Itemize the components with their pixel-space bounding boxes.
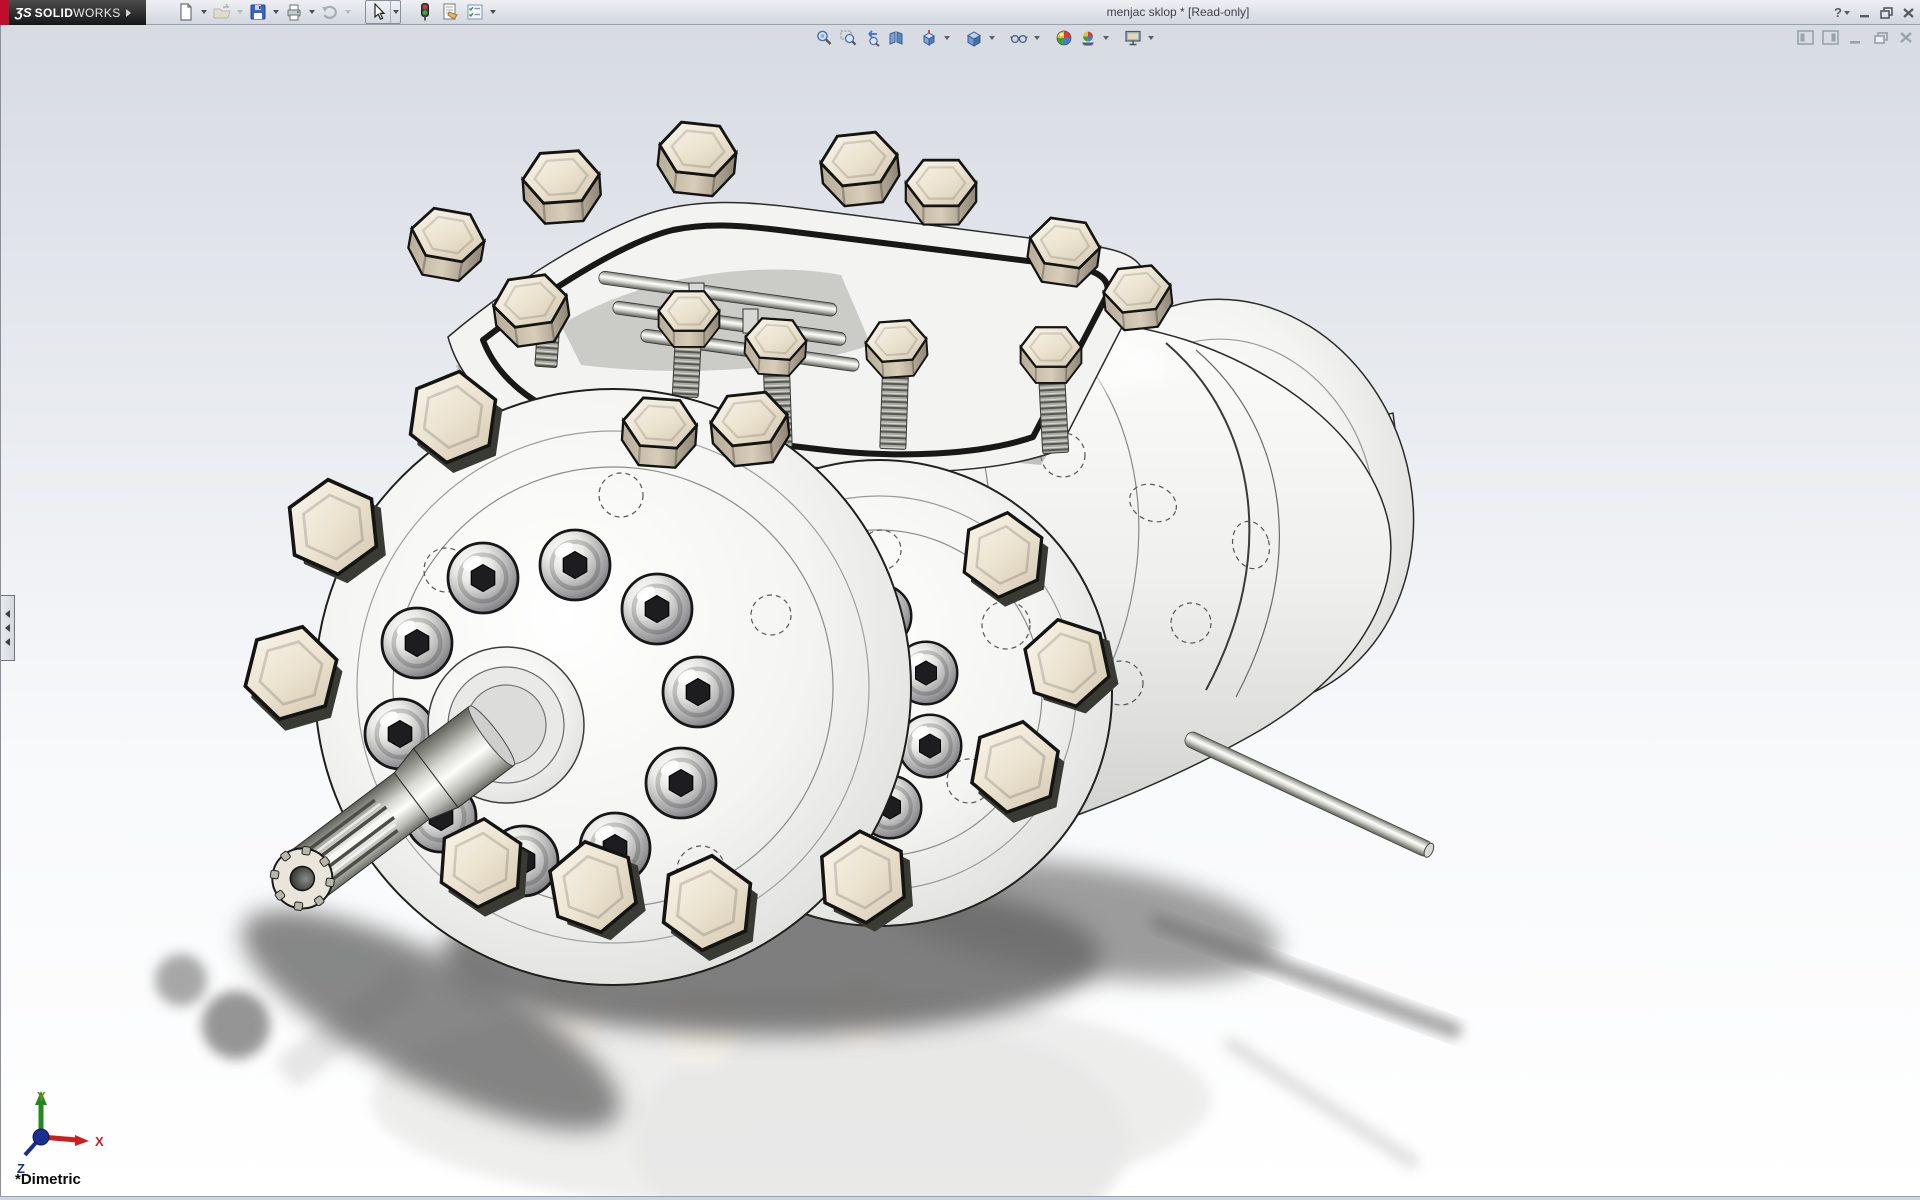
new-document-dropdown[interactable] bbox=[199, 1, 209, 23]
open-icon bbox=[212, 2, 232, 22]
select-tool-dropdown[interactable] bbox=[390, 1, 400, 23]
select-tool-frame bbox=[365, 0, 401, 24]
toggle-right-pane-icon bbox=[1822, 30, 1839, 45]
minimize-document-button[interactable] bbox=[1847, 30, 1864, 45]
graphics-viewport[interactable]: Y X Z *Dimetric bbox=[0, 25, 1920, 1196]
display-style-button[interactable] bbox=[963, 28, 984, 48]
section-view-icon bbox=[887, 29, 905, 47]
model-3d-render[interactable] bbox=[1, 25, 1920, 1196]
view-orientation-button[interactable] bbox=[918, 28, 939, 48]
close-document-icon bbox=[1899, 31, 1913, 44]
view-orientation-icon bbox=[920, 29, 938, 47]
close-document-button[interactable] bbox=[1897, 30, 1914, 45]
headsup-view-toolbar bbox=[813, 28, 1155, 48]
document-title: menjac sklop * [Read-only] bbox=[1107, 0, 1250, 24]
zoom-to-fit-button[interactable] bbox=[813, 28, 834, 48]
help-dropdown-arrow bbox=[1844, 11, 1850, 15]
edit-appearance-icon bbox=[1055, 29, 1073, 47]
dassault-mark: ƷS bbox=[15, 5, 32, 20]
print-dropdown[interactable] bbox=[307, 1, 317, 23]
save-icon bbox=[248, 2, 268, 22]
rebuild-traffic-light-icon bbox=[415, 2, 435, 22]
apply-scene-icon bbox=[1079, 29, 1097, 47]
close-button[interactable] bbox=[1900, 4, 1916, 22]
logo-text-solid: SOLID bbox=[35, 6, 74, 20]
restore-icon bbox=[1879, 6, 1894, 19]
main-toolbar bbox=[146, 0, 498, 24]
output-rod bbox=[1183, 730, 1436, 859]
logo-text-works: WORKS bbox=[73, 6, 120, 20]
previous-view-button[interactable] bbox=[861, 28, 882, 48]
close-icon bbox=[1902, 7, 1915, 19]
options-button[interactable] bbox=[463, 1, 487, 23]
file-properties-icon bbox=[440, 2, 460, 22]
collapse-arrow-icon bbox=[5, 624, 10, 632]
triad-y-label: Y bbox=[37, 1089, 46, 1104]
view-orientation-label: *Dimetric bbox=[15, 1171, 81, 1188]
view-settings-button[interactable] bbox=[1122, 28, 1143, 48]
triad-x-label: X bbox=[95, 1134, 104, 1149]
hide-show-items-icon bbox=[1010, 29, 1028, 47]
hide-show-items-button[interactable] bbox=[1008, 28, 1029, 48]
restore-document-icon bbox=[1873, 31, 1889, 45]
open-button[interactable] bbox=[210, 1, 234, 23]
status-bar-edge bbox=[0, 1196, 1920, 1200]
view-settings-dropdown[interactable] bbox=[1146, 28, 1155, 48]
solidworks-logo: ƷS SOLID WORKS bbox=[0, 0, 146, 25]
document-window-controls bbox=[1797, 30, 1914, 45]
toggle-right-pane-button[interactable] bbox=[1822, 30, 1839, 45]
new-document-icon bbox=[176, 2, 196, 22]
minimize-icon bbox=[1858, 7, 1871, 19]
open-dropdown[interactable] bbox=[235, 1, 245, 23]
window-controls: ? bbox=[1834, 0, 1916, 25]
new-document-button[interactable] bbox=[174, 1, 198, 23]
brand-red-stripe bbox=[0, 0, 9, 25]
restore-button[interactable] bbox=[1878, 4, 1894, 22]
undo-dropdown[interactable] bbox=[343, 1, 353, 23]
collapse-arrow-icon bbox=[5, 610, 10, 618]
file-properties-button[interactable] bbox=[438, 1, 462, 23]
display-style-dropdown[interactable] bbox=[987, 28, 996, 48]
help-button[interactable]: ? bbox=[1834, 4, 1850, 22]
hide-show-items-dropdown[interactable] bbox=[1032, 28, 1041, 48]
section-view-button[interactable] bbox=[885, 28, 906, 48]
minimize-button[interactable] bbox=[1856, 4, 1872, 22]
minimize-document-icon bbox=[1848, 31, 1863, 45]
zoom-to-fit-icon bbox=[815, 29, 833, 47]
view-settings-icon bbox=[1124, 29, 1142, 47]
print-button[interactable] bbox=[282, 1, 306, 23]
restore-document-button[interactable] bbox=[1872, 30, 1889, 45]
view-orientation-dropdown[interactable] bbox=[942, 28, 951, 48]
apply-scene-button[interactable] bbox=[1077, 28, 1098, 48]
undo-button[interactable] bbox=[318, 1, 342, 23]
select-tool-button[interactable] bbox=[366, 1, 390, 23]
edit-appearance-button[interactable] bbox=[1053, 28, 1074, 48]
toggle-left-pane-button[interactable] bbox=[1797, 30, 1814, 45]
rebuild-button[interactable] bbox=[413, 1, 437, 23]
collapse-arrow-icon bbox=[5, 638, 10, 646]
apply-scene-dropdown[interactable] bbox=[1101, 28, 1110, 48]
zoom-to-area-button[interactable] bbox=[837, 28, 858, 48]
save-button[interactable] bbox=[246, 1, 270, 23]
help-icon: ? bbox=[1834, 5, 1842, 20]
save-dropdown[interactable] bbox=[271, 1, 281, 23]
print-icon bbox=[284, 2, 304, 22]
options-dropdown[interactable] bbox=[488, 1, 498, 23]
triad-z-ball bbox=[33, 1129, 49, 1145]
titlebar: ƷS SOLID WORKS bbox=[0, 0, 1920, 25]
toggle-left-pane-icon bbox=[1797, 30, 1814, 45]
triad-x-arrow bbox=[75, 1135, 89, 1146]
select-cursor-icon bbox=[369, 3, 387, 21]
zoom-to-area-icon bbox=[839, 29, 857, 47]
undo-icon bbox=[320, 2, 340, 22]
previous-view-icon bbox=[863, 29, 881, 47]
feature-pane-collapsed-tab[interactable] bbox=[1, 595, 15, 661]
menu-expander-arrow[interactable] bbox=[126, 9, 131, 17]
options-icon bbox=[465, 2, 485, 22]
display-style-icon bbox=[965, 29, 983, 47]
